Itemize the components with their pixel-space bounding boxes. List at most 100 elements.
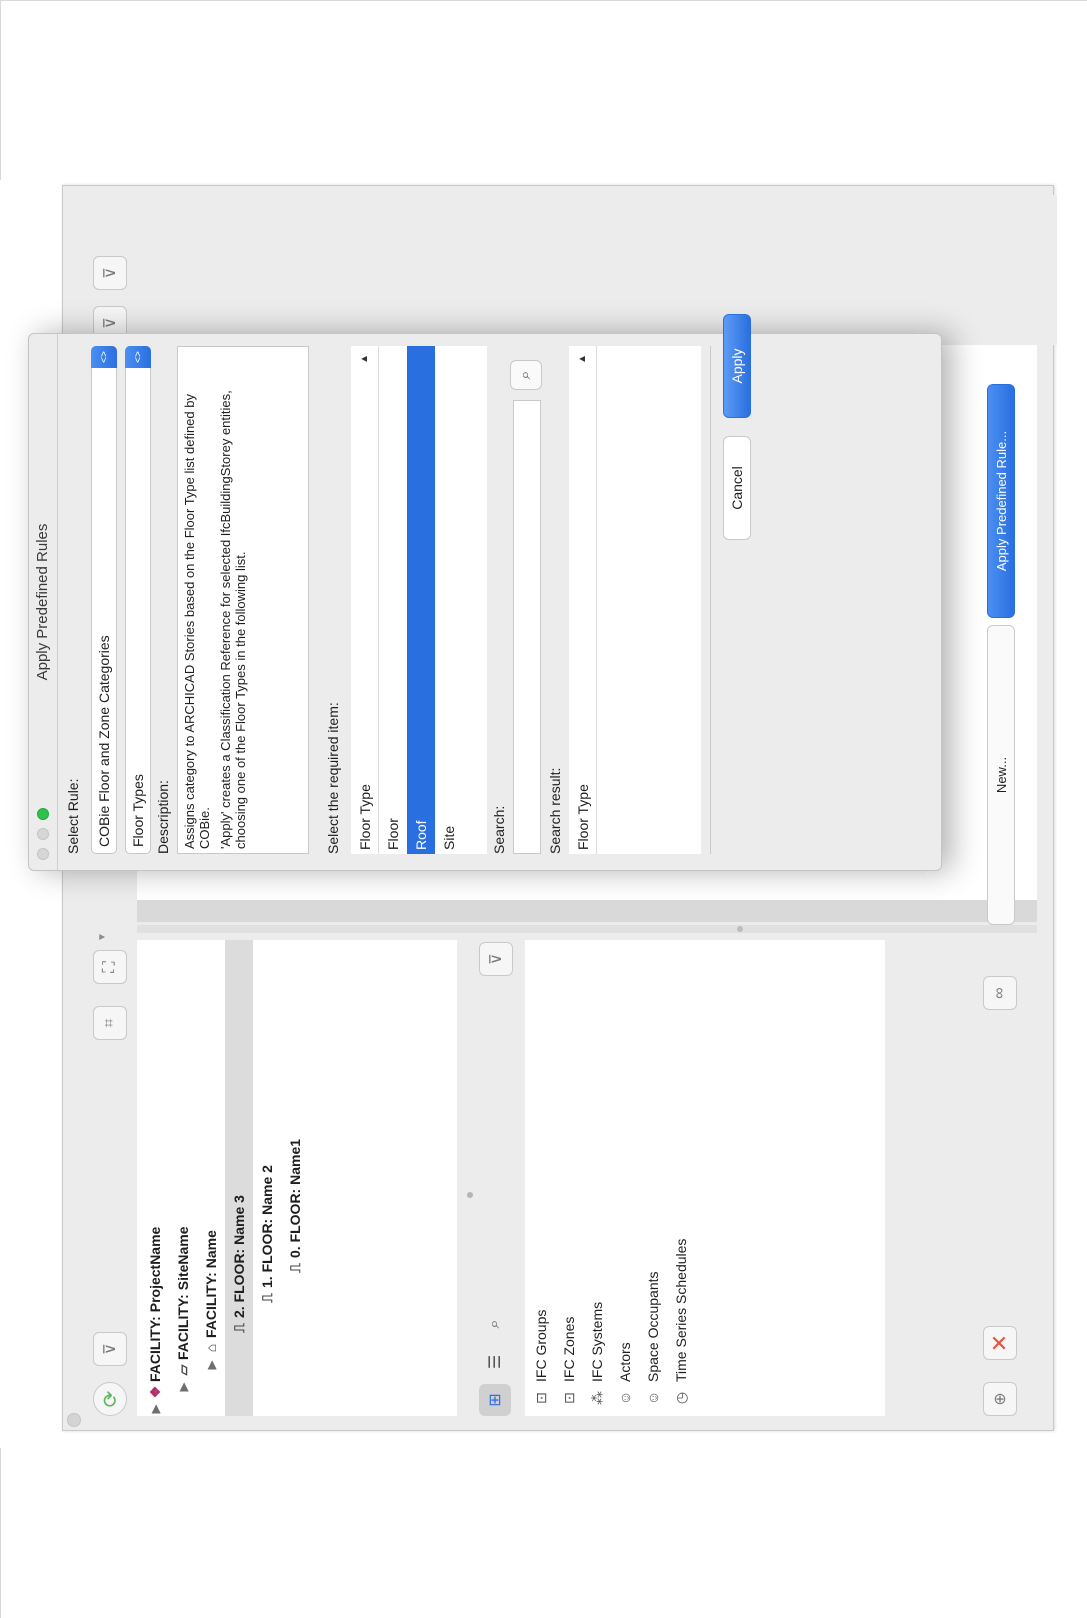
time-series-icon: ◷ [672, 1391, 689, 1405]
add-icon[interactable]: ⊕ [983, 1382, 1017, 1416]
description-box: Assigns category to ARCHICAD Stories bas… [177, 346, 309, 854]
tree-row[interactable]: ⎍ 1. FLOOR: Name 2 [253, 940, 281, 1416]
description-text: Assigns category to ARCHICAD Stories bas… [182, 394, 212, 849]
lower-panel-toolbar: ⊞ ☰ ⌕ ⊽ [477, 940, 517, 1416]
floor-icon: ⎍ [286, 1263, 303, 1273]
groups-view-icon[interactable]: ⊞ [479, 1384, 511, 1416]
list-column-header[interactable]: Floor Type ▲ [351, 346, 379, 854]
splitter-grip[interactable] [467, 1192, 473, 1198]
dialog-title: Apply Predefined Rules [34, 523, 51, 681]
list-item-label: Time Series Schedules [673, 1238, 689, 1382]
site-icon: ▱ [174, 1364, 191, 1376]
search-input[interactable] [513, 400, 541, 854]
list-item-label: Site [441, 825, 457, 850]
list-item[interactable]: ◷ Time Series Schedules [667, 1239, 695, 1408]
tree-row[interactable]: ▶ ❖ FACILITY: ProjectName [141, 940, 169, 1416]
rotated-screenshot: ⟳ ⊽ ⌗ ⛶ ▶ ❖ FACILITY: ProjectName ▶ ▱ FA… [0, 0, 1087, 1618]
tree-row-label: 2. FLOOR: Name 3 [231, 1195, 247, 1318]
rule-select[interactable]: COBie Floor and Zone Categories <> [91, 346, 117, 854]
group-icon[interactable]: ⌗ [93, 1006, 127, 1040]
search-icon[interactable]: ⌕ [479, 1308, 511, 1340]
tree-row[interactable]: ⎍ 2. FLOOR: Name 3 [225, 940, 253, 1416]
disclosure-triangle-icon[interactable]: ▶ [149, 1402, 162, 1416]
ifc-zones-icon: ⊡ [560, 1392, 577, 1404]
list-item-label: Actors [617, 1342, 633, 1382]
tree-row-label: 1. FLOOR: Name 2 [259, 1165, 275, 1288]
chevron-updown-icon[interactable]: <> [125, 346, 151, 368]
list-item[interactable]: ☺ Space Occupants [639, 1271, 667, 1408]
cancel-button[interactable]: Cancel [723, 436, 751, 540]
expand-icon[interactable]: ⛶ [93, 950, 127, 984]
project-icon: ❖ [146, 1385, 163, 1399]
ifc-groups-icon: ⊡ [532, 1392, 549, 1404]
link-icon[interactable]: ∞ [983, 976, 1017, 1010]
search-result-list: Floor Type ▲ [569, 346, 701, 854]
filter-view-icon[interactable]: ⊽ [93, 1332, 127, 1366]
cancel-button-label: Cancel [729, 466, 745, 510]
list-item[interactable]: Site [435, 346, 463, 854]
panel-splitter[interactable] [465, 930, 475, 1430]
tree-row-label: FACILITY: ProjectName [147, 1226, 163, 1382]
column-header-label: Floor Type [575, 784, 591, 850]
description-label: Description: [155, 780, 171, 854]
column-header-label: Floor Type [357, 784, 373, 850]
chevron-updown-icon[interactable]: <> [91, 346, 117, 368]
refresh-icon[interactable]: ⟳ [93, 1382, 127, 1416]
filter-apply-icon[interactable]: ⊽ [93, 256, 127, 290]
filter-icon[interactable]: ⊽ [479, 942, 513, 976]
apply-button[interactable]: Apply [723, 314, 751, 418]
search-result-label: Search result: [547, 767, 563, 854]
space-occupants-icon: ☺ [645, 1390, 661, 1406]
tree-row[interactable]: ⎍ 0. FLOOR: Name1 [281, 940, 309, 1416]
list-item-label: Roof [413, 820, 429, 850]
property-column-strip [137, 900, 1037, 922]
disclosure-triangle-icon[interactable]: ▶ [177, 1380, 190, 1394]
vertical-splitter[interactable] [137, 925, 1037, 933]
list-item-selected[interactable]: Roof [407, 346, 435, 854]
actors-icon: ☺ [617, 1390, 633, 1406]
divider [710, 346, 711, 854]
list-view-icon[interactable]: ☰ [479, 1346, 511, 1378]
rule-select-value: COBie Floor and Zone Categories [96, 635, 112, 847]
list-item-label: IFC Zones [561, 1316, 577, 1382]
hierarchy-tree: ▶ ❖ FACILITY: ProjectName ▶ ▱ FACILITY: … [137, 940, 457, 1416]
dialog-titlebar: Apply Predefined Rules [29, 334, 58, 870]
apply-button-label: Apply [729, 348, 745, 384]
sub-rule-select-value: Floor Types [130, 774, 146, 847]
apply-predefined-rules-dialog: Apply Predefined Rules Select Rule: COBi… [28, 314, 942, 871]
select-item-label: Select the required item: [325, 702, 341, 854]
required-item-list: Floor Type ▲ Floor Roof Site [351, 346, 487, 854]
tree-row[interactable]: ▶ ▱ FACILITY: SiteName [169, 940, 197, 1416]
sort-arrow-icon[interactable]: ▲ [351, 354, 379, 364]
apply-predefined-rule-button[interactable]: Apply Predefined Rule... [987, 384, 1015, 618]
apply-predefined-rule-label: Apply Predefined Rule... [993, 430, 1009, 572]
new-button[interactable]: New... [987, 625, 1015, 925]
list-item[interactable]: ☺ Actors [611, 1342, 639, 1408]
list-item[interactable]: ⊡ IFC Groups [527, 1310, 555, 1408]
disclosure-triangle-icon[interactable]: ▼ [97, 932, 108, 942]
disclosure-triangle-icon[interactable]: ▶ [205, 1358, 218, 1372]
list-column-header[interactable]: Floor Type ▲ [569, 346, 597, 854]
ifc-systems-icon: ⁂ [588, 1391, 605, 1405]
search-label: Search: [491, 805, 507, 854]
splitter-grip[interactable] [737, 926, 743, 932]
new-button-label: New... [993, 756, 1009, 794]
select-rule-label: Select Rule: [65, 778, 81, 854]
list-item-label: IFC Groups [533, 1309, 549, 1382]
sort-arrow-icon[interactable]: ▲ [569, 354, 597, 364]
floor-icon: ⎍ [230, 1323, 247, 1333]
list-item-label: IFC Systems [589, 1301, 605, 1382]
description-text: 'Apply' creates a Classification Referen… [218, 390, 248, 849]
window-control[interactable] [67, 1413, 81, 1427]
property-panel-band [137, 195, 1057, 345]
list-item[interactable]: ⁂ IFC Systems [583, 1302, 611, 1408]
search-icon[interactable]: ⌕ [510, 360, 542, 390]
delete-icon[interactable]: ✕ [983, 1326, 1017, 1360]
list-item[interactable]: ⊡ IFC Zones [555, 1317, 583, 1408]
tree-row-label: FACILITY: SiteName [175, 1226, 191, 1360]
list-item[interactable]: Floor [379, 346, 407, 854]
list-item-label: Floor [385, 818, 401, 850]
tree-row[interactable]: ▶ ⌂ FACILITY: Name [197, 940, 225, 1416]
sub-rule-select[interactable]: Floor Types <> [125, 346, 151, 854]
tree-row-label: FACILITY: Name [203, 1230, 219, 1338]
